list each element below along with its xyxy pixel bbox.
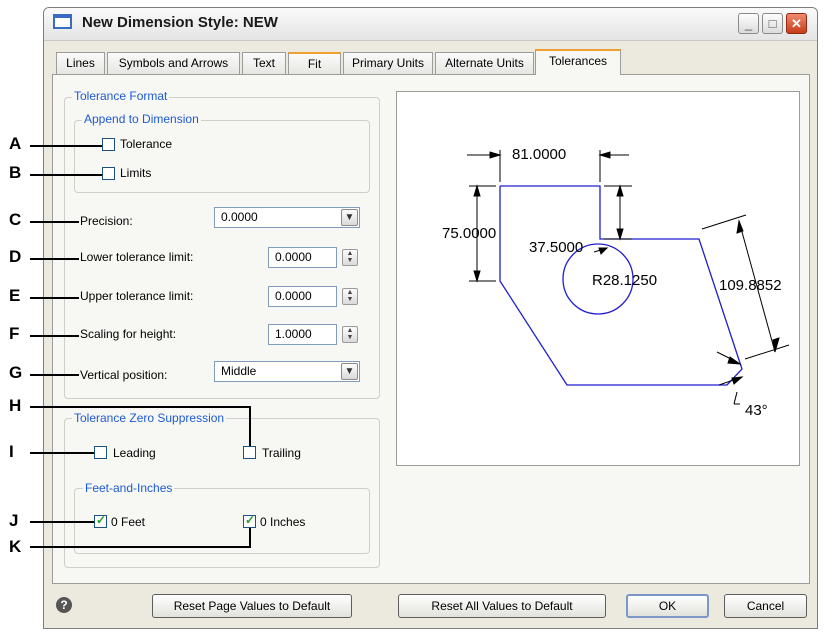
tolerance-format-legend: Tolerance Format <box>72 89 170 103</box>
tab-text[interactable]: Text <box>242 52 286 74</box>
tab-tolerances[interactable]: Tolerances <box>535 49 621 75</box>
spin-up-down-icon[interactable]: ▲ ▼ <box>342 326 358 343</box>
maximize-button[interactable]: □ <box>762 13 783 34</box>
vertical-position-label: Vertical position: <box>80 368 168 382</box>
upper-tolerance-label: Upper tolerance limit: <box>80 289 194 303</box>
callout-f: F <box>9 324 20 343</box>
precision-label: Precision: <box>80 214 133 228</box>
scaling-for-height-input[interactable]: 1.0000 <box>268 324 337 345</box>
callout-c: C <box>9 210 22 229</box>
dim-label-inner: 37.5000 <box>529 239 584 256</box>
tab-lines[interactable]: Lines <box>56 52 105 74</box>
reset-page-button[interactable]: Reset Page Values to Default <box>152 594 352 618</box>
callout-k-leader-rise <box>249 528 251 547</box>
trailing-checkbox[interactable] <box>243 446 256 459</box>
tab-primary-units[interactable]: Primary Units <box>343 52 433 74</box>
maximize-icon: □ <box>768 16 777 31</box>
tab-symbols-and-arrows[interactable]: Symbols and Arrows <box>107 52 240 74</box>
lower-tolerance-label: Lower tolerance limit: <box>80 250 194 264</box>
spin-up-down-icon[interactable]: ▲ ▼ <box>342 288 358 305</box>
callout-k: K <box>9 537 22 556</box>
callout-a: A <box>9 134 22 153</box>
dim-label-angle: 43° <box>745 402 768 419</box>
callout-h-leader-drop <box>249 406 251 446</box>
callout-f-leader <box>30 335 79 337</box>
feet-inches-legend: Feet-and-Inches <box>83 481 175 495</box>
vertical-position-select[interactable]: Middle <box>214 361 360 382</box>
tolerance-checkbox[interactable] <box>102 138 115 151</box>
leading-label: Leading <box>113 446 156 460</box>
chevron-down-icon[interactable]: ▼ <box>341 363 358 380</box>
callout-c-leader <box>30 221 79 223</box>
callout-k-leader <box>30 546 251 548</box>
reset-all-button[interactable]: Reset All Values to Default <box>398 594 606 618</box>
callout-e: E <box>9 286 21 305</box>
leading-checkbox[interactable] <box>94 446 107 459</box>
append-to-dimension-group <box>74 120 370 193</box>
feet-label: 0 Feet <box>111 515 146 529</box>
minimize-button[interactable]: _ <box>738 13 759 34</box>
precision-select[interactable]: 0.0000 <box>214 207 360 228</box>
callout-d-leader <box>30 258 79 260</box>
limits-label: Limits <box>120 166 152 180</box>
callout-d: D <box>9 247 22 266</box>
tolerance-label: Tolerance <box>120 137 173 151</box>
zero-suppression-legend: Tolerance Zero Suppression <box>72 411 227 425</box>
callout-g-leader <box>30 374 79 376</box>
callout-j: J <box>9 511 19 530</box>
close-button[interactable]: ✕ <box>786 13 807 34</box>
callout-h: H <box>9 396 22 415</box>
callout-b: B <box>9 163 22 182</box>
callout-h-leader <box>30 406 251 408</box>
callout-a-leader <box>30 145 102 147</box>
limits-checkbox[interactable] <box>102 167 115 180</box>
chevron-down-icon[interactable]: ▼ <box>341 209 358 226</box>
callout-i: I <box>9 442 14 461</box>
ok-button[interactable]: OK <box>626 594 709 618</box>
dim-label-right: 109.8852 <box>719 277 782 294</box>
append-to-dimension-legend: Append to Dimension <box>82 112 201 126</box>
upper-tolerance-input[interactable]: 0.0000 <box>268 286 337 307</box>
callout-j-leader <box>30 521 94 523</box>
help-icon[interactable]: ? <box>56 597 72 613</box>
cancel-button[interactable]: Cancel <box>724 594 807 618</box>
lower-tolerance-input[interactable]: 0.0000 <box>268 247 337 268</box>
spin-up-down-icon[interactable]: ▲ ▼ <box>342 249 358 266</box>
dim-label-radius: R28.1250 <box>592 272 658 289</box>
callout-i-leader <box>30 452 94 454</box>
tab-alternate-units[interactable]: Alternate Units <box>435 52 534 74</box>
inches-label: 0 Inches <box>260 515 306 529</box>
app-window-icon <box>53 14 72 29</box>
tab-fit[interactable]: Fit <box>288 52 341 74</box>
minimize-icon: _ <box>744 16 753 31</box>
scaling-for-height-label: Scaling for height: <box>80 327 177 341</box>
callout-g: G <box>9 363 23 382</box>
preview-pane: 81.0000 75.0000 37.5000 R28.1250 109.885… <box>396 91 800 466</box>
inches-checkbox[interactable]: ✓ <box>243 513 256 528</box>
dim-label-top: 81.0000 <box>512 146 567 163</box>
checkmark-icon: ✓ <box>245 513 256 527</box>
trailing-label: Trailing <box>262 446 301 460</box>
callout-e-leader <box>30 297 79 299</box>
feet-checkbox[interactable]: ✓ <box>94 513 107 528</box>
checkmark-icon: ✓ <box>96 513 107 527</box>
window-title: New Dimension Style: NEW <box>82 14 278 31</box>
close-icon: ✕ <box>791 16 802 31</box>
callout-b-leader <box>30 174 102 176</box>
dim-label-left: 75.0000 <box>442 225 497 242</box>
